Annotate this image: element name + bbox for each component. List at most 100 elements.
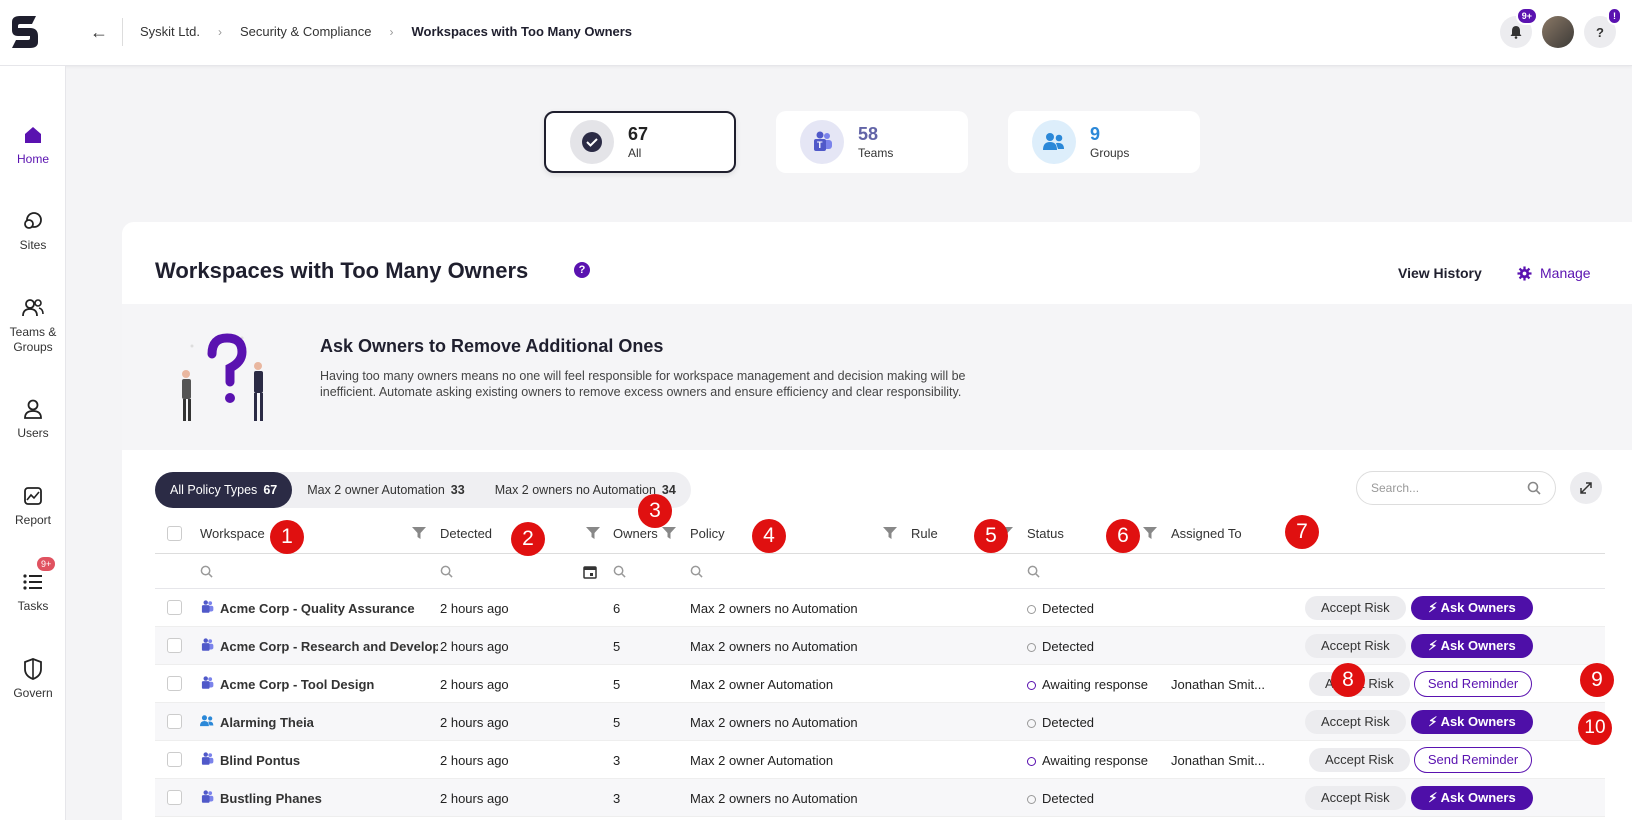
status-label: Detected bbox=[1042, 715, 1095, 730]
owners-cell: 5 bbox=[613, 715, 621, 730]
filter-funnel-icon[interactable] bbox=[882, 526, 898, 540]
view-history-button[interactable]: View History bbox=[1398, 265, 1482, 281]
ask-owners-button[interactable]: ⚡︎ Ask Owners bbox=[1411, 596, 1533, 620]
search-icon[interactable] bbox=[1027, 565, 1040, 578]
filter-count: 67 bbox=[263, 483, 278, 497]
column-detected[interactable]: Detected bbox=[440, 526, 492, 541]
annotation-marker: 5 bbox=[974, 519, 1008, 553]
select-all-checkbox[interactable] bbox=[167, 526, 182, 541]
accept-risk-button[interactable]: Accept Risk bbox=[1309, 748, 1410, 772]
filter-all-policy-types[interactable]: All Policy Types 67 bbox=[155, 472, 293, 508]
accept-risk-button[interactable]: Accept Risk bbox=[1305, 634, 1406, 658]
syskit-logo[interactable] bbox=[6, 14, 42, 50]
search-icon[interactable] bbox=[690, 565, 703, 578]
status-ring-icon bbox=[1027, 795, 1036, 804]
search-icon[interactable] bbox=[440, 565, 453, 578]
workspace-name[interactable]: Acme Corp - Research and Development bbox=[220, 639, 438, 654]
column-rule[interactable]: Rule bbox=[911, 526, 938, 541]
row-checkbox[interactable] bbox=[167, 752, 182, 767]
filter-count: 34 bbox=[661, 483, 676, 497]
breadcrumb: Syskit Ltd. › Security & Compliance › Wo… bbox=[140, 24, 632, 39]
row-checkbox[interactable] bbox=[167, 638, 182, 653]
type-card-groups[interactable]: 9 Groups bbox=[1008, 111, 1200, 173]
table-row[interactable]: Acme Corp - Tool Design 2 hours ago 5 Ma… bbox=[155, 665, 1605, 703]
column-status[interactable]: Status bbox=[1027, 526, 1064, 541]
filter-max2-owner-automation[interactable]: Max 2 owner Automation 33 bbox=[292, 472, 479, 508]
manage-button[interactable]: Manage bbox=[1517, 265, 1591, 281]
calendar-icon[interactable] bbox=[583, 565, 597, 579]
breadcrumb-item-security[interactable]: Security & Compliance bbox=[240, 24, 372, 39]
row-checkbox[interactable] bbox=[167, 600, 182, 615]
row-checkbox[interactable] bbox=[167, 676, 182, 691]
search-icon bbox=[1527, 481, 1541, 495]
svg-text:T: T bbox=[817, 140, 823, 150]
search-icon[interactable] bbox=[613, 565, 626, 578]
accept-risk-button[interactable]: Accept Risk bbox=[1305, 596, 1406, 620]
row-checkbox[interactable] bbox=[167, 790, 182, 805]
workspace-name[interactable]: Blind Pontus bbox=[220, 753, 438, 768]
status-cell: Detected bbox=[1027, 791, 1094, 806]
ask-owners-button[interactable]: ⚡︎ Ask Owners bbox=[1411, 710, 1533, 734]
detected-cell: 2 hours ago bbox=[440, 753, 509, 768]
column-policy[interactable]: Policy bbox=[690, 526, 725, 541]
search-input[interactable]: Search... bbox=[1356, 471, 1556, 505]
column-workspace[interactable]: Workspace bbox=[200, 526, 265, 541]
send-reminder-button[interactable]: Send Reminder bbox=[1414, 747, 1532, 773]
shield-icon bbox=[24, 658, 42, 680]
check-circle-icon bbox=[570, 120, 614, 164]
back-arrow-icon[interactable]: ← bbox=[90, 22, 108, 43]
sidebar-item-teams-groups[interactable]: Teams & Groups bbox=[0, 295, 66, 355]
groups-icon bbox=[200, 715, 214, 727]
status-ring-icon bbox=[1027, 719, 1036, 728]
sidebar-item-report[interactable]: Report bbox=[0, 483, 66, 527]
breadcrumb-item-org[interactable]: Syskit Ltd. bbox=[140, 24, 200, 39]
ask-owners-label: Ask Owners bbox=[1440, 600, 1516, 615]
teams-groups-icon bbox=[22, 299, 44, 317]
table-row[interactable]: Blind Pontus 2 hours ago 3 Max 2 owner A… bbox=[155, 741, 1605, 779]
manage-label: Manage bbox=[1540, 265, 1591, 281]
expand-button[interactable] bbox=[1570, 472, 1602, 504]
help-icon[interactable]: ? bbox=[574, 262, 590, 278]
ask-owners-button[interactable]: ⚡︎ Ask Owners bbox=[1411, 634, 1533, 658]
filter-funnel-icon[interactable] bbox=[661, 526, 677, 540]
owners-cell: 5 bbox=[613, 677, 621, 692]
ask-owners-button[interactable]: ⚡︎ Ask Owners bbox=[1411, 786, 1533, 810]
bolt-icon: ⚡︎ bbox=[1428, 714, 1438, 729]
type-card-label: All bbox=[628, 145, 642, 160]
accept-risk-button[interactable]: Accept Risk bbox=[1305, 786, 1406, 810]
sidebar-item-govern[interactable]: Govern bbox=[0, 656, 66, 700]
filter-funnel-icon[interactable] bbox=[411, 526, 427, 540]
workspace-name[interactable]: Alarming Theia bbox=[220, 715, 438, 730]
sidebar-item-sites[interactable]: Sites bbox=[0, 208, 66, 252]
send-reminder-button[interactable]: Send Reminder bbox=[1414, 671, 1532, 697]
sidebar-item-users[interactable]: Users bbox=[0, 396, 66, 440]
filter-funnel-icon[interactable] bbox=[1142, 526, 1158, 540]
status-label: Detected bbox=[1042, 791, 1095, 806]
notifications-button[interactable]: 9+ bbox=[1500, 7, 1538, 48]
column-owners[interactable]: Owners bbox=[613, 526, 658, 541]
type-card-all[interactable]: 67 All bbox=[544, 111, 736, 173]
workspace-name[interactable]: Acme Corp - Tool Design bbox=[220, 677, 438, 692]
table-row[interactable]: Acme Corp - Quality Assurance 2 hours ag… bbox=[155, 589, 1605, 627]
table-row[interactable]: Acme Corp - Research and Development 2 h… bbox=[155, 627, 1605, 665]
sites-icon bbox=[24, 212, 42, 229]
search-icon[interactable] bbox=[200, 565, 213, 578]
filter-funnel-icon[interactable] bbox=[585, 526, 601, 540]
workspace-name[interactable]: Acme Corp - Quality Assurance bbox=[220, 601, 438, 616]
avatar[interactable] bbox=[1542, 16, 1574, 48]
type-card-teams[interactable]: T 58 Teams bbox=[776, 111, 968, 173]
workspace-name[interactable]: Bustling Phanes bbox=[220, 791, 438, 806]
table-row[interactable]: Bustling Phanes 2 hours ago 3 Max 2 owne… bbox=[155, 779, 1605, 817]
accept-risk-button[interactable]: Accept Risk bbox=[1305, 710, 1406, 734]
column-assigned-to[interactable]: Assigned To bbox=[1171, 526, 1242, 541]
row-checkbox[interactable] bbox=[167, 714, 182, 729]
main-panel: Workspaces with Too Many Owners ? View H… bbox=[122, 222, 1632, 820]
sidebar-item-tasks[interactable]: 9+ Tasks bbox=[0, 557, 66, 613]
sidebar: Home Sites Teams & Groups Users Report 9… bbox=[0, 66, 66, 820]
help-button[interactable]: ? ! bbox=[1584, 7, 1622, 48]
table-row[interactable]: Alarming Theia 2 hours ago 5 Max 2 owner… bbox=[155, 703, 1605, 741]
annotation-marker: 2 bbox=[511, 522, 545, 556]
sidebar-item-home[interactable]: Home bbox=[0, 122, 66, 166]
status-label: Detected bbox=[1042, 601, 1095, 616]
notifications-badge: 9+ bbox=[1515, 7, 1538, 25]
